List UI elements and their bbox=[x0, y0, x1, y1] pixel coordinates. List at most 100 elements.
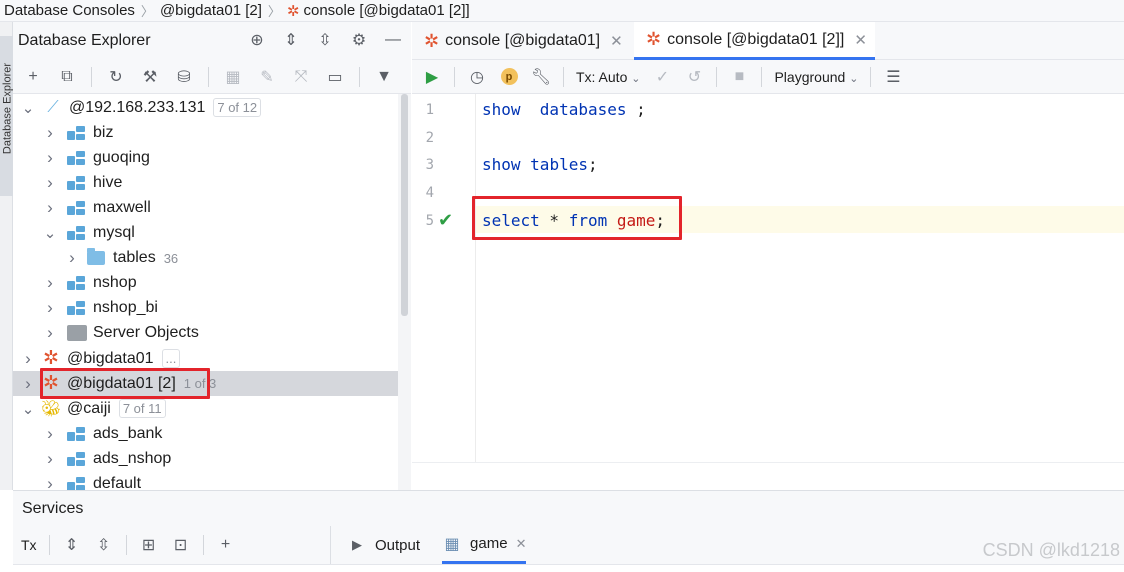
chevron-down-icon[interactable]: ⌄ bbox=[21, 400, 35, 418]
tree-node-count: 36 bbox=[163, 250, 179, 266]
tab-console-bigdata01[interactable]: ✲ console [@bigdata01] ✕ bbox=[412, 22, 631, 60]
watermark: CSDN @lkd1218 bbox=[982, 540, 1120, 560]
collapse-all-icon[interactable]: ⇳ bbox=[94, 535, 114, 555]
tx-mode-dropdown[interactable]: Tx: Auto ⌄ bbox=[576, 69, 640, 85]
breadcrumb-separator: 〉 bbox=[267, 4, 281, 19]
tree-node-label: tables bbox=[113, 249, 156, 267]
chevron-right-icon[interactable]: › bbox=[43, 273, 57, 293]
expand-all-icon[interactable]: ⇕ bbox=[281, 30, 301, 50]
tab-output[interactable]: ▶ Output bbox=[347, 526, 420, 564]
close-icon[interactable]: ✕ bbox=[854, 31, 867, 49]
code-area[interactable]: show databases ; show tables; select * fro… bbox=[476, 94, 1124, 462]
breadcrumb-item-datasource[interactable]: @bigdata01 [2] bbox=[160, 2, 262, 19]
table-view-icon[interactable]: ▦ bbox=[223, 67, 243, 87]
scrollbar-thumb[interactable] bbox=[401, 94, 408, 316]
wrench-icon[interactable]: 🔧︎ bbox=[531, 67, 551, 87]
jump-icon[interactable]: ⤧ bbox=[291, 67, 311, 87]
tree-node-label: ads_bank bbox=[93, 424, 163, 442]
breadcrumb-item-console[interactable]: console [@bigdata01 [2]] bbox=[304, 2, 470, 19]
close-icon[interactable]: ✕ bbox=[516, 536, 527, 552]
tx-button[interactable]: Tx bbox=[21, 537, 37, 553]
group-by-icon[interactable]: ⊞ bbox=[139, 535, 159, 555]
code-line[interactable]: show tables; bbox=[482, 155, 598, 174]
tool-window-strip: Database Explorer bbox=[0, 22, 14, 490]
tree-node[interactable]: › ads_nshop bbox=[13, 446, 398, 471]
tree-node-label: @192.168.233.131 bbox=[69, 98, 206, 116]
collapse-all-icon[interactable]: ⇳ bbox=[315, 30, 335, 50]
playground-dropdown[interactable]: Playground ⌄ bbox=[774, 69, 858, 85]
toolbar-separator bbox=[125, 535, 127, 555]
chevron-right-icon[interactable]: › bbox=[43, 198, 57, 218]
chevron-right-icon[interactable]: › bbox=[21, 374, 35, 394]
add-icon[interactable]: + bbox=[23, 67, 43, 87]
minimize-icon[interactable]: — bbox=[383, 30, 403, 50]
tree-node[interactable]: › ads_bank bbox=[13, 421, 398, 446]
breadcrumb-item-consoles[interactable]: Database Consoles bbox=[4, 2, 135, 19]
sql-keyword: show bbox=[482, 100, 521, 119]
code-line[interactable]: show databases ; bbox=[482, 100, 646, 119]
close-icon[interactable]: ✕ bbox=[610, 32, 623, 50]
expand-all-icon[interactable]: ⇕ bbox=[62, 535, 82, 555]
tree-scrollbar[interactable] bbox=[398, 94, 411, 490]
tab-game[interactable]: ▦ game ✕ bbox=[442, 526, 527, 564]
rollback-icon[interactable]: ↺ bbox=[684, 67, 704, 87]
tree-node[interactable]: › nshop_bi bbox=[13, 296, 398, 321]
tree-node-label: nshop_bi bbox=[93, 299, 158, 317]
chevron-right-icon[interactable]: › bbox=[43, 123, 57, 143]
code-editor[interactable]: 1 2 3 4 5 ✔ show databases ; show tables; selec… bbox=[412, 94, 1124, 462]
editor-toolbar: ▶ ◷ p 🔧︎ Tx: Auto ⌄ ✓ ↺ ■ Playground ⌄ ☰ bbox=[412, 60, 1124, 94]
chevron-right-icon[interactable]: › bbox=[43, 298, 57, 318]
tree-node[interactable]: ⌄ ⟋ @192.168.233.131 7 of 12 bbox=[13, 95, 398, 120]
locate-icon[interactable]: ⊕ bbox=[247, 30, 267, 50]
tree-node[interactable]: › biz bbox=[13, 120, 398, 145]
tree-node[interactable]: ⌄ mysql bbox=[13, 221, 398, 246]
filter-icon[interactable]: ▼ bbox=[374, 67, 394, 87]
commit-icon[interactable]: ✓ bbox=[652, 67, 672, 87]
datasource-star-icon: ✲ bbox=[43, 348, 59, 369]
ql-console-icon[interactable]: ▭ bbox=[325, 67, 345, 87]
add-service-icon[interactable]: + bbox=[216, 535, 236, 555]
edit-icon[interactable]: ✎ bbox=[257, 67, 277, 87]
highlight-box-datasource bbox=[40, 368, 210, 399]
chevron-right-icon[interactable]: › bbox=[65, 248, 79, 268]
chevron-down-icon[interactable]: ⌄ bbox=[21, 99, 35, 117]
parameters-icon[interactable]: p bbox=[499, 67, 519, 87]
tab-console-bigdata01-2[interactable]: ✲ console [@bigdata01 [2]] ✕ bbox=[634, 22, 875, 60]
refresh-icon[interactable]: ↻ bbox=[106, 67, 126, 87]
sql-text: ; bbox=[626, 100, 646, 119]
chevron-right-icon[interactable]: › bbox=[43, 449, 57, 469]
chevron-down-icon: ⌄ bbox=[849, 72, 859, 85]
gear-icon[interactable]: ⚙ bbox=[349, 30, 369, 50]
tree-node[interactable]: › default bbox=[13, 472, 398, 490]
run-icon[interactable]: ▶ bbox=[422, 67, 442, 87]
properties-icon[interactable]: ⚒ bbox=[140, 67, 160, 87]
chevron-right-icon[interactable]: › bbox=[21, 349, 35, 369]
chevron-right-icon[interactable]: › bbox=[43, 173, 57, 193]
tree-node[interactable]: › tables 36 bbox=[13, 246, 398, 271]
chevron-down-icon[interactable]: ⌄ bbox=[43, 224, 57, 242]
chevron-right-icon[interactable]: › bbox=[43, 424, 57, 444]
tree-node[interactable]: › maxwell bbox=[13, 195, 398, 220]
explorer-title: Database Explorer bbox=[18, 32, 151, 49]
chevron-right-icon[interactable]: › bbox=[43, 323, 57, 343]
breadcrumb: Database Consoles 〉 @bigdata01 [2] 〉 ✲ c… bbox=[0, 0, 1124, 22]
tree-node-label: guoqing bbox=[93, 148, 150, 166]
tree-node[interactable]: › guoqing bbox=[13, 145, 398, 170]
new-tab-icon[interactable]: ⊡ bbox=[171, 535, 191, 555]
chevron-right-icon[interactable]: › bbox=[43, 148, 57, 168]
tree-node[interactable]: › nshop bbox=[13, 271, 398, 296]
history-icon[interactable]: ◷ bbox=[467, 67, 487, 87]
duplicate-icon[interactable]: ⧉ bbox=[57, 67, 77, 87]
output-icon: ▶ bbox=[352, 537, 362, 552]
tree-node[interactable]: › Server Objects bbox=[13, 321, 398, 346]
stop-icon[interactable]: ■ bbox=[729, 67, 749, 87]
database-explorer-panel: Database Explorer ⊕ ⇕ ⇳ ⚙ — + ⧉ ↻ ⚒ ⛁ ▦ … bbox=[13, 22, 411, 490]
tree-node[interactable]: › hive bbox=[13, 170, 398, 195]
database-icon[interactable]: ⛁ bbox=[174, 67, 194, 87]
chevron-right-icon[interactable]: › bbox=[43, 474, 57, 490]
tree-node-label: mysql bbox=[93, 224, 135, 241]
output-layout-icon[interactable]: ☰ bbox=[883, 67, 903, 87]
tree-node[interactable]: ⌄ 🐝︎ @caiji 7 of 11 bbox=[13, 396, 398, 421]
mysql-host-icon: ⟋ bbox=[47, 98, 59, 116]
